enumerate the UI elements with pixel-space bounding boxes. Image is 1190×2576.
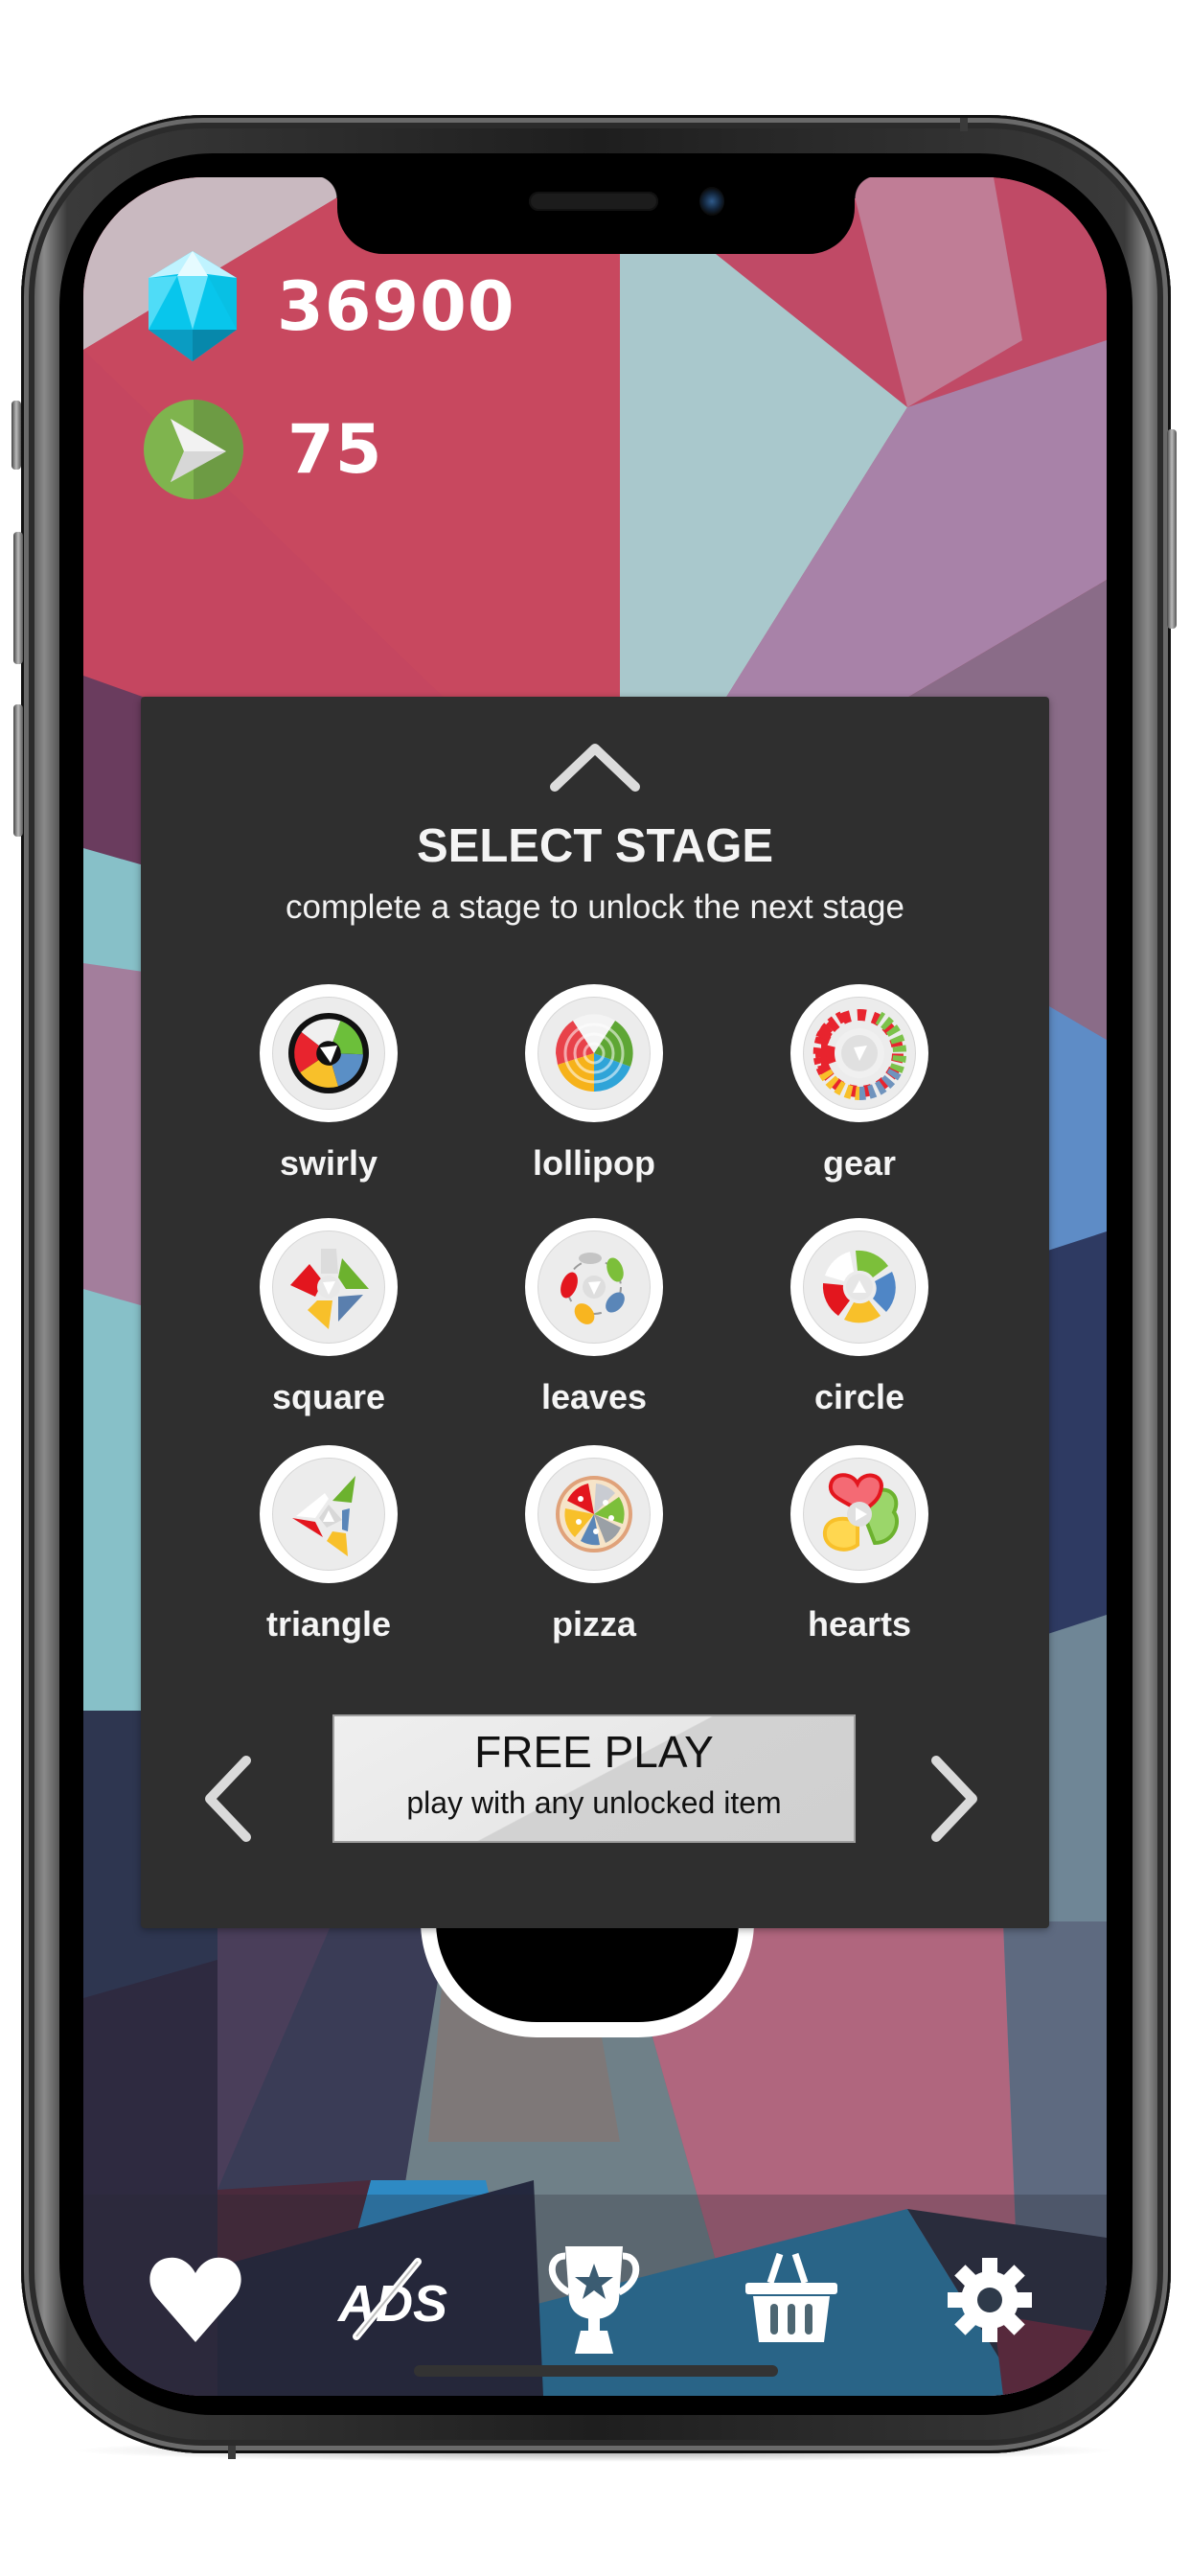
settings-button[interactable] xyxy=(932,2242,1047,2358)
stage-label: square xyxy=(271,1377,386,1416)
power-button xyxy=(1167,429,1177,629)
stage-triangle[interactable]: triangle xyxy=(218,1445,439,1666)
square-stage-icon xyxy=(290,1249,369,1329)
heart-button[interactable] xyxy=(138,2242,253,2358)
basket-icon xyxy=(745,2252,837,2342)
circle-stage-icon xyxy=(822,1250,896,1323)
stage-disc xyxy=(525,1218,663,1356)
no-ads-button[interactable]: ADS xyxy=(335,2242,450,2358)
stage-label: lollipop xyxy=(533,1143,655,1183)
antenna-band xyxy=(228,2446,236,2459)
stage-pizza[interactable]: pizza xyxy=(484,1445,704,1666)
svg-text:ADS: ADS xyxy=(336,2275,447,2333)
speaker-grille xyxy=(529,192,658,211)
stage-label: gear xyxy=(822,1143,897,1183)
stage-disc xyxy=(260,1218,398,1356)
shop-button[interactable] xyxy=(736,2242,851,2358)
swirly-icon xyxy=(288,1013,369,1093)
gems-counter: 36900 xyxy=(149,251,515,361)
stage-label: triangle xyxy=(265,1604,392,1644)
leaves-stage-icon xyxy=(561,1253,625,1324)
lollipop-icon xyxy=(555,1014,633,1092)
gear-icon xyxy=(948,2258,1032,2342)
heart-icon xyxy=(149,2257,241,2342)
silent-switch xyxy=(11,401,21,470)
stage-leaves[interactable]: leaves xyxy=(484,1218,704,1438)
gear-stage-icon xyxy=(812,1009,906,1101)
triangle-stage-icon xyxy=(292,1476,355,1556)
stage-hearts[interactable]: hearts xyxy=(749,1445,970,1666)
stage-disc xyxy=(260,984,398,1122)
stage-disc xyxy=(790,1445,928,1583)
moves-value: 75 xyxy=(287,410,383,489)
antenna-band xyxy=(960,118,968,131)
hearts-stage-icon xyxy=(822,1473,900,1552)
stage-disc xyxy=(790,1218,928,1356)
pizza-stage-icon xyxy=(556,1476,632,1552)
stage-label: hearts xyxy=(807,1604,912,1644)
stage-gear[interactable]: gear xyxy=(749,984,970,1205)
free-play-subtitle: play with any unlocked item xyxy=(406,1785,782,1820)
stage-lollipop[interactable]: lollipop xyxy=(484,984,704,1205)
free-play-button[interactable]: FREE PLAY play with any unlocked item xyxy=(332,1714,856,1843)
select-stage-panel: SELECT STAGE complete a stage to unlock … xyxy=(141,697,1049,1928)
front-camera xyxy=(699,187,724,216)
green-arrow-icon xyxy=(144,400,243,499)
volume-up-button xyxy=(13,532,23,664)
stage-label: swirly xyxy=(279,1143,378,1183)
stage-circle[interactable]: circle xyxy=(749,1218,970,1438)
volume-down-button xyxy=(13,704,23,837)
chevron-up-icon[interactable] xyxy=(547,739,643,796)
panel-subtitle: complete a stage to unlock the next stag… xyxy=(286,888,904,926)
moves-counter: 75 xyxy=(142,398,382,501)
diamond-gem-icon xyxy=(149,251,237,361)
chevron-left-icon[interactable] xyxy=(200,1753,258,1845)
no-ads-icon: ADS xyxy=(336,2258,447,2340)
stage-disc xyxy=(525,984,663,1122)
gems-value: 36900 xyxy=(277,266,515,346)
notch xyxy=(314,177,878,254)
stage-grid: swirly lollipop gear square leaves circl… xyxy=(198,984,992,1674)
stage-disc xyxy=(260,1445,398,1583)
stage-label: circle xyxy=(813,1377,905,1416)
chevron-right-icon[interactable] xyxy=(925,1753,982,1845)
stage-label: leaves xyxy=(540,1377,648,1416)
free-play-title: FREE PLAY xyxy=(474,1727,714,1777)
panel-title: SELECT STAGE xyxy=(416,820,774,872)
home-indicator[interactable] xyxy=(414,2365,778,2377)
stage-disc xyxy=(790,984,928,1122)
stage-square[interactable]: square xyxy=(218,1218,439,1438)
trophy-button[interactable] xyxy=(537,2242,652,2358)
stage-label: pizza xyxy=(551,1604,636,1644)
trophy-icon xyxy=(548,2246,640,2354)
stage-swirly[interactable]: swirly xyxy=(218,984,439,1205)
stage-disc xyxy=(525,1445,663,1583)
game-screen: 36900 75 SELECT STAGE complete a stage t… xyxy=(83,177,1107,2396)
